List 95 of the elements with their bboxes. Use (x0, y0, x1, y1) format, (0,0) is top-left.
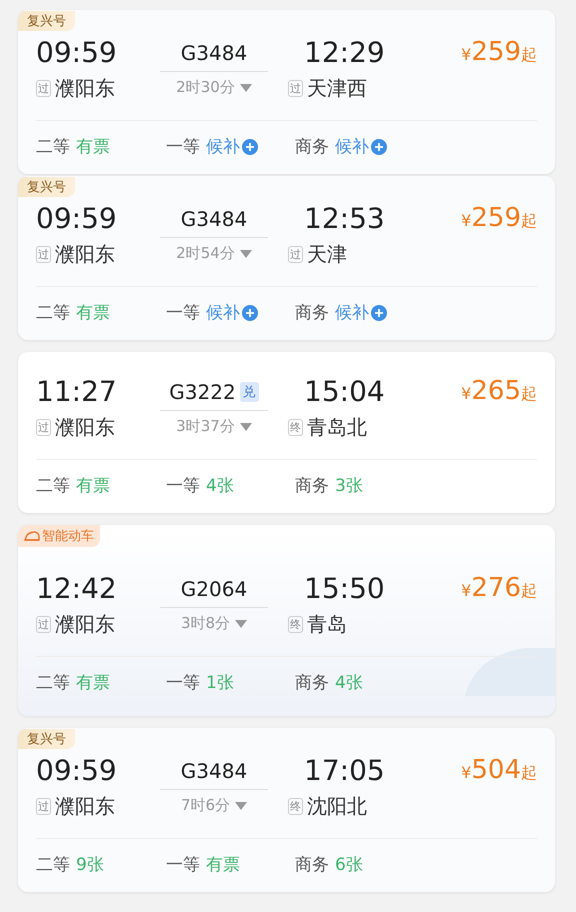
arrival-time: 12:29 (304, 35, 384, 71)
seat-class: 一等 (166, 672, 200, 694)
station-mark: 终 (288, 616, 303, 633)
seat-class: 一等 (166, 475, 200, 497)
ticket-availability: 有票 (206, 854, 240, 876)
price: ¥259起 (461, 203, 537, 233)
ticket-availability: 1张 (206, 672, 234, 694)
caret-icon (235, 620, 248, 628)
station-mark: 过 (36, 246, 51, 263)
ticket-availability: 9张 (76, 854, 104, 876)
ticket-availability: 有票 (76, 136, 110, 158)
departure-station: 濮阳东 (55, 75, 115, 102)
duration-toggle[interactable]: 7时6分 (180, 796, 248, 815)
seat-class: 二等 (36, 475, 70, 497)
station-mark: 终 (288, 419, 303, 436)
seat-class: 一等 (166, 854, 200, 876)
arrival-station: 青岛北 (307, 414, 367, 441)
waitlist-link[interactable]: 候补 (335, 135, 387, 158)
departure-station: 濮阳东 (55, 793, 115, 820)
price: ¥259起 (461, 37, 537, 67)
station-mark: 过 (36, 798, 51, 815)
train-icon (24, 531, 40, 541)
redeem-badge: 兑 (240, 382, 259, 402)
station-mark: 终 (288, 798, 303, 815)
waitlist-link[interactable]: 候补 (206, 301, 258, 324)
seat-class: 商务 (295, 854, 329, 876)
plus-icon (371, 138, 387, 154)
duration-toggle[interactable]: 2时54分 (176, 244, 252, 263)
train-card[interactable]: 智能动车 12:42 过 濮阳东 G2064 3时8分 15:50 终 青岛 ¥276起 二等 有票 一等 1张 商务 4张 (18, 525, 555, 716)
seat-class: 商务 (295, 672, 329, 694)
seat-class: 商务 (295, 302, 329, 324)
departure-station: 濮阳东 (55, 414, 115, 441)
arrival-time: 17:05 (304, 753, 384, 789)
arrival-station: 天津西 (307, 75, 367, 102)
plus-icon (242, 304, 258, 320)
ticket-availability: 3张 (335, 475, 363, 497)
arrival-time: 15:04 (304, 374, 384, 410)
departure-station: 濮阳东 (55, 611, 115, 638)
waitlist-link[interactable]: 候补 (206, 135, 258, 158)
ticket-availability: 有票 (76, 302, 110, 324)
train-number: G3484 (180, 41, 248, 65)
departure-station: 濮阳东 (55, 241, 115, 268)
arrival-time: 15:50 (304, 571, 384, 607)
station-mark: 过 (288, 246, 303, 263)
waitlist-link[interactable]: 候补 (335, 301, 387, 324)
train-number: G3222 (169, 380, 236, 404)
train-type-tag: 复兴号 (18, 11, 75, 31)
price: ¥504起 (461, 755, 537, 785)
departure-time: 11:27 (36, 374, 118, 410)
seat-class: 二等 (36, 302, 70, 324)
train-card[interactable]: 复兴号 09:59 过 濮阳东 G3484 7时6分 17:05 终 沈阳北 ¥504起 二等 9张 一等 有票 商务 6张 (18, 728, 555, 892)
caret-icon (235, 802, 248, 810)
departure-time: 09:59 (36, 201, 118, 237)
ticket-availability: 有票 (76, 672, 110, 694)
ticket-availability: 有票 (76, 475, 110, 497)
ticket-availability: 6张 (335, 854, 363, 876)
arrival-station: 沈阳北 (307, 793, 367, 820)
seat-class: 商务 (295, 475, 329, 497)
price: ¥276起 (461, 573, 537, 603)
train-type-tag: 复兴号 (18, 177, 75, 197)
departure-time: 12:42 (36, 571, 118, 607)
train-number: G3484 (180, 759, 248, 783)
plus-icon (242, 138, 258, 154)
departure-time: 09:59 (36, 753, 118, 789)
station-mark: 过 (36, 616, 51, 633)
arrival-station: 青岛 (307, 611, 347, 638)
duration-toggle[interactable]: 3时37分 (176, 417, 252, 436)
price: ¥265起 (461, 376, 537, 406)
train-card[interactable]: 复兴号 09:59 过 濮阳东 G3484 2时54分 12:53 过 天津 ¥259起 二等 有票 一等 候补 商务 候补 (18, 176, 555, 340)
station-mark: 过 (36, 419, 51, 436)
ticket-availability: 4张 (206, 475, 234, 497)
departure-time: 09:59 (36, 35, 118, 71)
train-number: G3484 (180, 207, 248, 231)
train-type-tag: 智能动车 (18, 525, 100, 547)
arrival-station: 天津 (307, 241, 347, 268)
duration-toggle[interactable]: 3时8分 (180, 614, 248, 633)
train-card[interactable]: 11:27 过 濮阳东 G3222 兑 3时37分 15:04 终 青岛北 ¥265起 二等 有票 一等 4张 商务 3张 (18, 352, 555, 513)
arrival-time: 12:53 (304, 201, 384, 237)
seat-class: 商务 (295, 136, 329, 158)
seat-class: 二等 (36, 136, 70, 158)
train-card[interactable]: 复兴号 09:59 过 濮阳东 G3484 2时30分 12:29 过 天津西 ¥259起 二等 有票 一等 候补 商务 候补 (18, 10, 555, 174)
station-mark: 过 (36, 80, 51, 97)
plus-icon (371, 304, 387, 320)
seat-class: 一等 (166, 302, 200, 324)
duration-toggle[interactable]: 2时30分 (176, 78, 252, 97)
caret-icon (240, 250, 252, 258)
seat-class: 二等 (36, 672, 70, 694)
caret-icon (240, 84, 252, 92)
ticket-availability: 4张 (335, 672, 363, 694)
seat-class: 二等 (36, 854, 70, 876)
caret-icon (240, 422, 252, 430)
station-mark: 过 (288, 80, 303, 97)
seat-class: 一等 (166, 136, 200, 158)
train-number: G2064 (180, 577, 248, 601)
train-type-tag: 复兴号 (18, 729, 75, 749)
